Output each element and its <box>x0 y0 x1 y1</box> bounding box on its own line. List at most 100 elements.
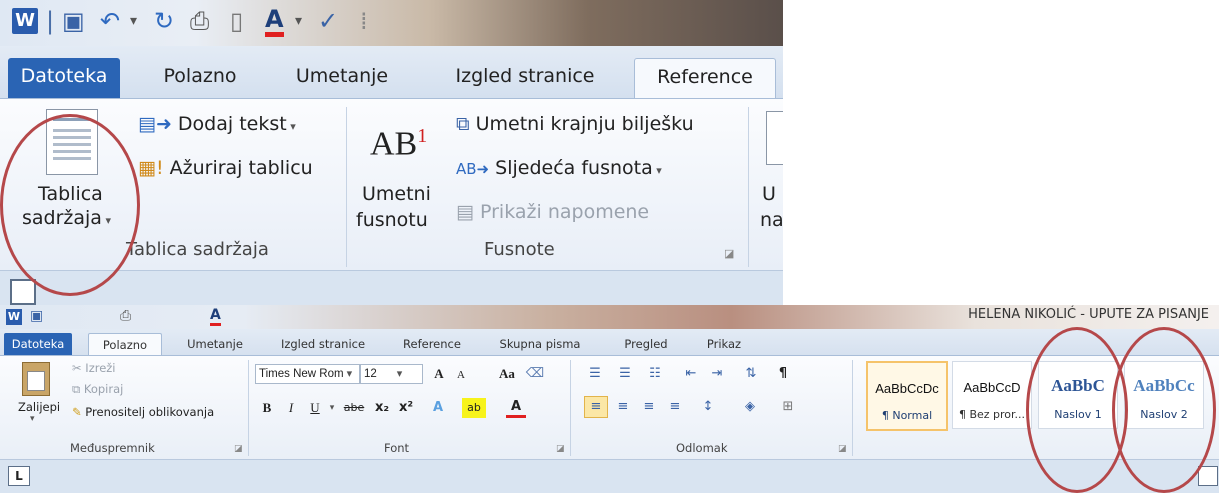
shrink-font-button[interactable]: A <box>452 365 470 385</box>
tab-izgled-stranice[interactable]: Izgled stranice <box>270 333 376 355</box>
tab-prikaz[interactable]: Prikaz <box>692 333 756 355</box>
spelling-icon[interactable]: ✓ <box>318 6 338 36</box>
update-table-label: Ažuriraj tablicu <box>169 157 313 179</box>
tab-umetanje[interactable]: Umetanje <box>174 333 256 355</box>
change-case-button[interactable]: Aa <box>494 364 520 384</box>
sort-icon[interactable]: ⇅ <box>740 364 762 384</box>
dialog-launcher-icon[interactable]: ◪ <box>724 247 734 260</box>
tab-datoteka[interactable]: Datoteka <box>8 58 120 98</box>
font-color-icon[interactable]: A <box>210 307 221 326</box>
font-name-combo[interactable]: Times New Rom ▾ <box>255 364 360 384</box>
copy-icon: ⧉ <box>72 382 81 396</box>
show-notes-label: Prikaži napomene <box>480 201 650 223</box>
decrease-indent-icon[interactable]: ⇤ <box>680 364 702 384</box>
print-icon[interactable]: ⎙ <box>190 6 209 36</box>
underline-button[interactable]: U <box>306 398 324 418</box>
tab-polazno[interactable]: Polazno <box>150 58 250 98</box>
insert-endnote-button[interactable]: ⧉ Umetni krajnju bilješku <box>456 113 694 135</box>
tab-datoteka[interactable]: Datoteka <box>4 333 72 355</box>
italic-button[interactable]: I <box>282 398 300 418</box>
bold-button[interactable]: B <box>258 398 276 418</box>
style-no-spacing[interactable]: AaBbCcD ¶ Bez pror... <box>952 361 1032 429</box>
group-divider <box>852 360 853 456</box>
text-effects-button[interactable]: A <box>428 398 448 418</box>
numbering-icon[interactable]: ☰ <box>614 364 636 384</box>
add-text-icon: ▤➜ <box>138 113 172 135</box>
align-center-icon[interactable]: ≡ <box>612 397 634 417</box>
partial-button-line1[interactable]: U <box>762 183 776 205</box>
group-divider <box>248 360 249 456</box>
reference-ribbon-screenshot: W | ▣ ↶ ▾ ↻ ⎙ ▯ A ▾ ✓ ⁞ Datoteka Polazno… <box>0 0 783 305</box>
strikethrough-button[interactable]: abe <box>340 398 368 418</box>
underline-dropdown-icon[interactable]: ▾ <box>326 398 338 418</box>
font-size-combo[interactable]: 12 ▾ <box>360 364 423 384</box>
style-normal[interactable]: AaBbCcDc ¶ Normal <box>866 361 948 431</box>
dialog-launcher-icon[interactable]: ◪ <box>838 444 847 454</box>
show-formatting-marks-icon[interactable]: ¶ <box>772 364 794 384</box>
shading-icon[interactable]: ◈ <box>738 397 762 417</box>
partial-button-line2[interactable]: na <box>760 209 783 231</box>
style-name: ¶ Normal <box>881 409 933 422</box>
increase-indent-icon[interactable]: ⇥ <box>706 364 728 384</box>
superscript-button[interactable]: x² <box>396 398 416 418</box>
style-sample: AaBbCcD <box>963 380 1021 395</box>
new-document-icon[interactable]: ▯ <box>230 6 243 36</box>
save-icon[interactable]: ▣ <box>62 6 85 36</box>
tab-izgled-stranice[interactable]: Izgled stranice <box>440 58 610 98</box>
partial-button-icon <box>766 111 783 165</box>
insert-footnote-line2[interactable]: fusnotu <box>356 209 428 231</box>
multilevel-list-icon[interactable]: ☷ <box>644 364 666 384</box>
tab-reference[interactable]: Reference <box>634 58 776 99</box>
add-text-button[interactable]: ▤➜ Dodaj tekst ▾ <box>138 113 296 135</box>
highlight-button[interactable]: ab <box>462 398 486 418</box>
tab-reference[interactable]: Reference <box>390 333 474 355</box>
tab-skupna-pisma[interactable]: Skupna pisma <box>488 333 592 355</box>
dialog-launcher-icon[interactable]: ◪ <box>556 444 565 454</box>
tab-umetanje[interactable]: Umetanje <box>286 58 398 98</box>
paste-button[interactable]: Zalijepi <box>18 400 60 414</box>
next-footnote-button[interactable]: AB➜ Sljedeća fusnota ▾ <box>456 157 662 179</box>
font-color-icon[interactable]: A <box>265 6 284 37</box>
show-notes-icon: ▤ <box>456 201 474 223</box>
copy-label: Kopiraj <box>83 382 124 396</box>
home-ribbon-screenshot: W ▣ ⎙ A HELENA NIKOLIĆ - UPUTE ZA PISANJ… <box>0 305 1219 493</box>
tab-polazno[interactable]: Polazno <box>88 333 162 356</box>
align-right-icon[interactable]: ≡ <box>638 397 660 417</box>
update-table-button[interactable]: ▦! Ažuriraj tablicu <box>138 157 313 179</box>
group-label-font: Font <box>384 441 410 455</box>
customize-toolbar-icon[interactable]: ⁞ <box>360 6 368 36</box>
bullets-icon[interactable]: ☰ <box>584 364 606 384</box>
undo-dropdown-icon[interactable]: ▾ <box>130 6 137 36</box>
show-notes-button[interactable]: ▤ Prikaži napomene <box>456 201 649 223</box>
ruler-view-toggle-icon[interactable] <box>1198 466 1218 486</box>
annotation-circle-toc <box>0 114 140 296</box>
next-footnote-icon: AB➜ <box>456 160 490 178</box>
font-color-button[interactable]: A <box>506 398 526 418</box>
ruler-area: L <box>0 459 1219 493</box>
copy-button[interactable]: ⧉ Kopiraj <box>72 382 123 397</box>
cut-button[interactable]: ✂ Izreži <box>72 361 116 375</box>
tab-pregled[interactable]: Pregled <box>606 333 686 355</box>
format-painter-button[interactable]: ✎ Prenositelj oblikovanja <box>72 405 214 419</box>
ruler-toggle-icon[interactable] <box>10 279 36 305</box>
align-left-icon[interactable]: ≡ <box>584 396 608 418</box>
chevron-down-icon: ▾ <box>286 120 296 133</box>
font-color-dropdown-icon[interactable]: ▾ <box>295 6 302 36</box>
clear-formatting-icon[interactable]: ⌫ <box>524 364 546 384</box>
ruler-corner-icon[interactable]: L <box>8 466 30 486</box>
scissors-icon: ✂ <box>72 361 82 375</box>
grow-font-button[interactable]: A <box>428 364 450 384</box>
undo-icon[interactable]: ↶ <box>100 6 120 36</box>
group-label-clipboard: Međuspremnik <box>70 441 155 455</box>
justify-icon[interactable]: ≡ <box>664 397 686 417</box>
subscript-button[interactable]: x₂ <box>372 398 392 418</box>
insert-footnote-line1[interactable]: Umetni <box>362 183 431 205</box>
borders-icon[interactable]: ⊞ <box>776 397 800 417</box>
paste-dropdown-icon[interactable]: ▾ <box>30 414 35 424</box>
save-icon[interactable]: ▣ <box>30 308 43 324</box>
print-icon[interactable]: ⎙ <box>120 308 131 324</box>
redo-icon[interactable]: ↻ <box>154 6 174 36</box>
line-spacing-icon[interactable]: ↕ <box>696 397 720 417</box>
next-footnote-label: Sljedeća fusnota <box>495 157 653 179</box>
dialog-launcher-icon[interactable]: ◪ <box>234 444 243 454</box>
